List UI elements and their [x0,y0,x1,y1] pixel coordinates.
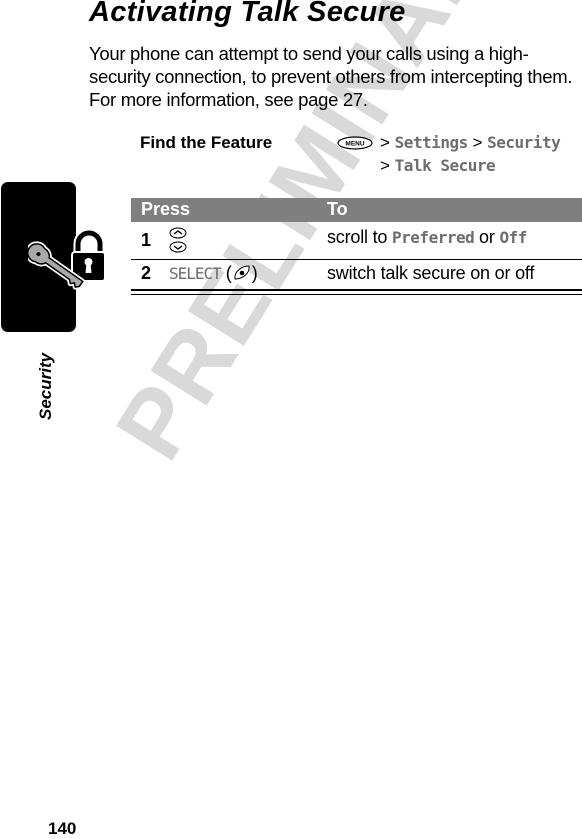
desc-text: scroll to [327,227,388,247]
press-to-table: Press To 1 scroll to Preferred or Off 2 … [131,198,582,295]
path-separator: > [380,133,390,152]
step-number: 2 [141,263,152,283]
path-separator: > [380,156,390,175]
step-description: switch talk secure on or off [327,263,535,283]
table-row: 1 scroll to Preferred or Off [131,222,582,260]
intro-paragraph: Your phone can attempt to send your call… [89,43,573,110]
watermark-layer: PRELIMINARY [0,0,582,839]
desc-text: or [479,227,495,247]
path-settings: Settings [394,133,469,152]
step-number: 1 [141,230,152,250]
header-press: Press [141,199,191,219]
table-header: Press To [131,198,582,222]
menu-key-label: MENU [345,141,364,148]
page-title: Activating Talk Secure [89,0,406,28]
page-number: 140 [48,819,77,838]
option-preferred: Preferred [392,228,475,247]
menu-key-icon: MENU [337,136,373,150]
table-row: 2 SELECT ( ) switch talk secure on or of… [131,260,582,289]
menu-path: > Settings > Security > Talk Secure [380,131,561,177]
select-key-label: SELECT [169,264,222,283]
step-description: scroll to Preferred or Off [327,227,527,248]
path-separator: > [472,133,483,152]
section-label: Security [36,352,55,420]
scroll-up-down-icon [169,227,187,253]
lock-and-key-icon [28,228,106,290]
header-to: To [327,199,348,219]
option-off: Off [499,228,527,247]
table-bottom-rule [131,289,582,295]
path-security: Security [487,133,561,152]
select-key-icon [234,265,250,280]
path-talk-secure: Talk Secure [394,156,496,175]
find-the-feature-label: Find the Feature [140,133,273,152]
select-key: SELECT ( ) [169,263,258,283]
